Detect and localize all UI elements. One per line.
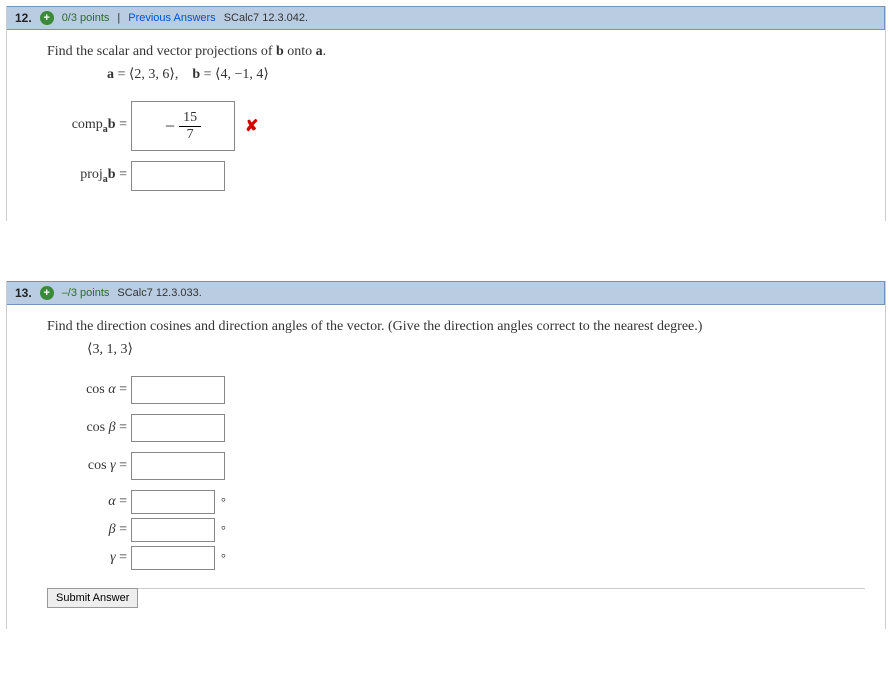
equals: =: [116, 167, 127, 182]
question-header: 13. + –/3 points SCalc7 12.3.033.: [7, 281, 885, 305]
cos-beta-row: cos β =: [47, 414, 865, 442]
question-number: 12.: [15, 11, 32, 25]
equals: =: [116, 550, 127, 565]
prompt-text: onto: [284, 44, 316, 59]
expand-icon[interactable]: +: [40, 11, 54, 25]
question-body: Find the scalar and vector projections o…: [7, 30, 885, 221]
vector-a-value: = ⟨2, 3, 6⟩,: [114, 67, 178, 82]
proj-prefix: proj: [80, 167, 103, 182]
previous-answers-link[interactable]: Previous Answers: [128, 12, 215, 24]
equals: =: [116, 382, 127, 397]
points-label: –/3 points: [62, 287, 110, 299]
textbook-ref: SCalc7 12.3.033.: [117, 287, 201, 299]
degree-unit: °: [221, 495, 226, 510]
question-body: Find the direction cosines and direction…: [7, 305, 885, 629]
question-prompt: Find the direction cosines and direction…: [47, 319, 865, 335]
equals: =: [116, 420, 127, 435]
expand-icon[interactable]: +: [40, 286, 54, 300]
comp-prefix: comp: [72, 117, 103, 132]
alpha-label: α =: [47, 494, 131, 510]
vector-b-ref: b: [276, 44, 284, 59]
alpha-symbol: α: [108, 494, 115, 509]
proj-label: projab =: [47, 167, 131, 185]
question-13: 13. + –/3 points SCalc7 12.3.033. Find t…: [6, 281, 886, 629]
gamma-label: γ =: [47, 550, 131, 566]
denominator: 7: [183, 127, 198, 142]
submit-answer-button[interactable]: Submit Answer: [47, 588, 138, 608]
question-header: 12. + 0/3 points | Previous Answers SCal…: [7, 6, 885, 30]
alpha-symbol: α: [108, 382, 115, 397]
cos-alpha-row: cos α =: [47, 376, 865, 404]
vector-value: ⟨3, 1, 3⟩: [87, 341, 865, 358]
vector-a-ref: a: [316, 44, 323, 59]
cos-beta-input[interactable]: [131, 414, 225, 442]
fraction-stack: 15 7: [179, 110, 201, 142]
vector-a-label: a: [107, 67, 114, 82]
cos-alpha-label: cos α =: [47, 382, 131, 398]
degree-unit: °: [221, 551, 226, 566]
minus-sign: −: [165, 116, 179, 137]
cos-text: cos: [86, 420, 108, 435]
beta-label: β =: [47, 522, 131, 538]
equals: =: [116, 458, 127, 473]
cos-gamma-input[interactable]: [131, 452, 225, 480]
cos-gamma-label: cos γ =: [47, 458, 131, 474]
question-12: 12. + 0/3 points | Previous Answers SCal…: [6, 6, 886, 221]
question-number: 13.: [15, 286, 32, 300]
wrong-icon: ✘: [245, 116, 258, 136]
cos-alpha-input[interactable]: [131, 376, 225, 404]
question-prompt: Find the scalar and vector projections o…: [47, 44, 865, 60]
alpha-input[interactable]: [131, 490, 215, 514]
alpha-row: α = °: [47, 490, 865, 514]
equals: =: [116, 522, 127, 537]
textbook-ref: SCalc7 12.3.042.: [224, 12, 308, 24]
comp-row: compab = − 15 7 ✘: [47, 101, 865, 151]
equals: =: [116, 117, 127, 132]
submit-row: Submit Answer: [47, 588, 865, 609]
proj-b: b: [108, 167, 116, 182]
vector-definitions: a = ⟨2, 3, 6⟩, b = ⟨4, −1, 4⟩: [107, 66, 865, 83]
degree-unit: °: [221, 523, 226, 538]
cos-beta-label: cos β =: [47, 420, 131, 436]
gamma-row: γ = °: [47, 546, 865, 570]
cos-gamma-row: cos γ =: [47, 452, 865, 480]
fraction: − 15 7: [165, 110, 201, 142]
prompt-text: .: [323, 44, 327, 59]
proj-row: projab =: [47, 161, 865, 191]
beta-symbol: β: [109, 420, 116, 435]
prompt-text: Find the scalar and vector projections o…: [47, 44, 276, 59]
comp-b: b: [108, 117, 116, 132]
beta-row: β = °: [47, 518, 865, 542]
cos-text: cos: [88, 458, 110, 473]
vector-b-label: b: [192, 67, 200, 82]
vector-b-value: = ⟨4, −1, 4⟩: [200, 67, 269, 82]
comp-label: compab =: [47, 117, 131, 135]
numerator: 15: [179, 110, 201, 126]
beta-symbol: β: [109, 522, 116, 537]
proj-answer-box[interactable]: [131, 161, 225, 191]
cos-text: cos: [86, 382, 108, 397]
comp-answer-box[interactable]: − 15 7: [131, 101, 235, 151]
beta-input[interactable]: [131, 518, 215, 542]
equals: =: [116, 494, 127, 509]
separator: |: [117, 12, 120, 24]
gamma-input[interactable]: [131, 546, 215, 570]
points-label: 0/3 points: [62, 12, 110, 24]
